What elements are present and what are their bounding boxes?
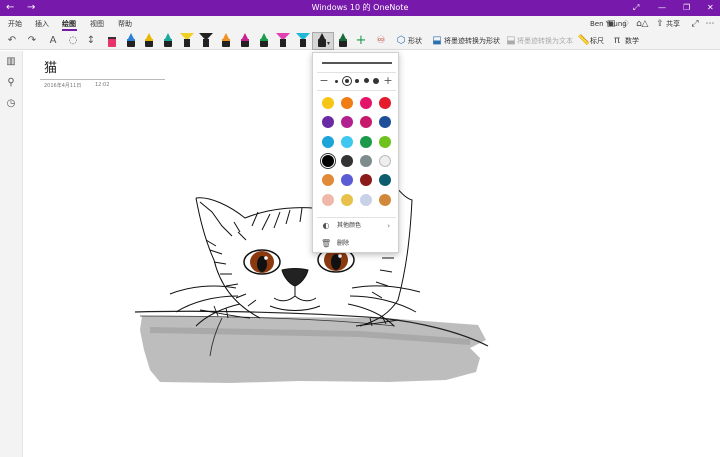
color-swatch[interactable] [341,136,353,148]
increase-size-button[interactable]: + [382,75,394,87]
pen-settings-flyout: − + ◐ 其他颜色 › 🗑 删除 [312,52,399,253]
color-swatch[interactable] [341,97,353,109]
cat-eye-left [243,249,281,275]
color-swatch[interactable] [360,97,372,109]
color-swatch[interactable] [360,116,372,128]
color-swatch[interactable] [341,194,353,206]
color-swatch[interactable] [322,116,334,128]
color-swatch[interactable] [379,97,391,109]
color-swatch[interactable] [379,155,391,167]
delete-pen-item[interactable]: 🗑 删除 [313,235,398,253]
color-swatch[interactable] [322,174,334,186]
color-swatch[interactable] [322,136,334,148]
color-swatch[interactable] [360,136,372,148]
chevron-right-icon: › [387,222,390,230]
more-colors-label: 其他颜色 [337,222,362,229]
color-swatch[interactable] [379,136,391,148]
onenote-window: ← → Windows 10 的 OneNote ⤢ — ❐ ✕ 开始 插入 绘… [0,0,720,457]
size-option-3[interactable] [355,79,359,83]
decrease-size-button[interactable]: − [318,75,330,87]
size-option-5[interactable] [373,78,379,84]
stroke-preview [322,62,392,64]
divider [317,90,396,91]
highlighter-stroke [140,316,486,383]
trash-icon: 🗑 [321,239,332,248]
color-swatch[interactable] [360,194,372,206]
color-swatch[interactable] [320,153,336,169]
size-option-2 [345,79,349,83]
color-swatch[interactable] [360,155,372,167]
size-option-4[interactable] [364,78,369,83]
color-swatch[interactable] [322,194,334,206]
color-swatch[interactable] [379,116,391,128]
more-colors-item[interactable]: ◐ 其他颜色 › [313,217,398,235]
color-swatch[interactable] [360,174,372,186]
divider [317,72,396,73]
palette-icon: ◐ [322,221,330,230]
color-swatch[interactable] [341,155,353,167]
delete-label: 删除 [337,240,350,247]
color-swatch[interactable] [379,194,391,206]
color-swatch[interactable] [341,116,353,128]
color-swatch[interactable] [341,174,353,186]
color-swatch[interactable] [379,174,391,186]
color-swatch[interactable] [322,97,334,109]
size-option-1[interactable] [335,80,338,83]
